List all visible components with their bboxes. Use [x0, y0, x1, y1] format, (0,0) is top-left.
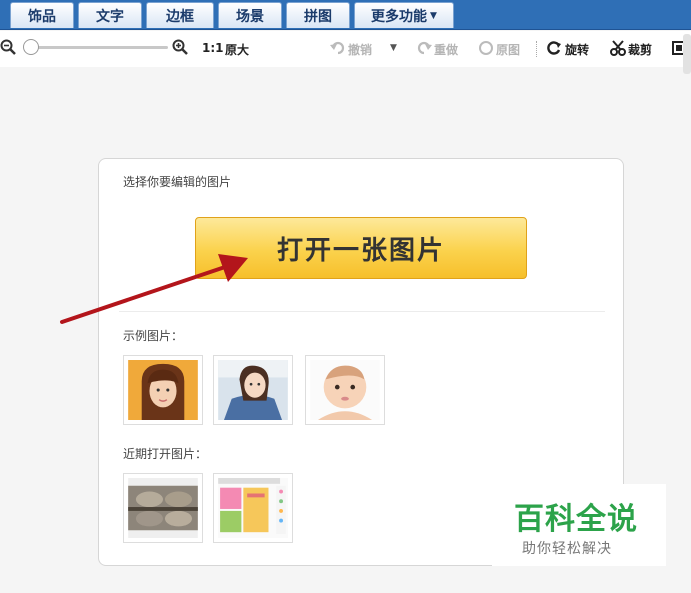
zoom-slider-track[interactable]	[24, 46, 168, 49]
recent-photo-collage	[218, 478, 288, 538]
sample-images-label: 示例图片：	[123, 329, 184, 343]
recent-images-label: 近期打开图片：	[123, 447, 208, 461]
zoom-out-icon[interactable]	[0, 39, 16, 55]
toolbar-divider	[536, 41, 537, 57]
undo-button[interactable]: 撤销	[348, 41, 372, 58]
watermark-logo: 百科全说 助你轻松解决	[492, 484, 666, 566]
tab-text[interactable]: 文字	[78, 2, 142, 28]
select-image-label: 选择你要编辑的图片	[123, 175, 232, 189]
original-button[interactable]: 原图	[496, 41, 520, 58]
chevron-down-icon: ▼	[430, 10, 437, 21]
original-icon[interactable]	[478, 40, 494, 56]
sample-photo-woman-denim	[218, 360, 288, 420]
rotate-icon[interactable]	[546, 40, 562, 56]
rotate-button[interactable]: 旋转	[565, 41, 589, 58]
zoom-in-icon[interactable]	[172, 39, 188, 55]
watermark-subtitle: 助你轻松解决	[522, 541, 612, 557]
open-image-button[interactable]: 打开一张图片	[195, 217, 527, 279]
tab-more-features[interactable]: 更多功能 ▼	[354, 2, 454, 28]
crop-button[interactable]: 裁剪	[628, 41, 652, 58]
toolbar: 1:1 原大 撤销 ▼ 重做 原图 旋转 裁剪	[0, 31, 691, 67]
actual-size-button[interactable]: 原大	[225, 41, 249, 58]
redo-icon[interactable]	[416, 40, 432, 56]
divider	[119, 311, 605, 312]
recent-image-2[interactable]	[213, 473, 293, 543]
tab-collage[interactable]: 拼图	[286, 2, 350, 28]
tab-accessories[interactable]: 饰品	[10, 2, 74, 28]
watermark-title: 百科全说	[514, 502, 638, 537]
sample-photo-baby	[310, 360, 380, 420]
undo-dropdown-icon[interactable]: ▼	[390, 43, 397, 53]
scrollbar[interactable]	[683, 34, 691, 74]
sample-image-1[interactable]	[123, 355, 203, 425]
undo-icon[interactable]	[330, 40, 346, 56]
recent-photo-coins	[128, 478, 198, 538]
sample-image-2[interactable]	[213, 355, 293, 425]
sample-image-3[interactable]	[305, 355, 385, 425]
zoom-slider-thumb[interactable]	[23, 39, 39, 55]
tab-frame[interactable]: 边框	[146, 2, 214, 28]
tab-scene[interactable]: 场景	[218, 2, 282, 28]
tab-bar: 饰品 文字 边框 场景 拼图 更多功能 ▼	[0, 0, 691, 30]
ratio-button[interactable]: 1:1	[202, 41, 224, 55]
scissors-icon[interactable]	[610, 40, 626, 56]
sample-photo-woman-bangs	[128, 360, 198, 420]
redo-button[interactable]: 重做	[434, 41, 458, 58]
recent-image-1[interactable]	[123, 473, 203, 543]
